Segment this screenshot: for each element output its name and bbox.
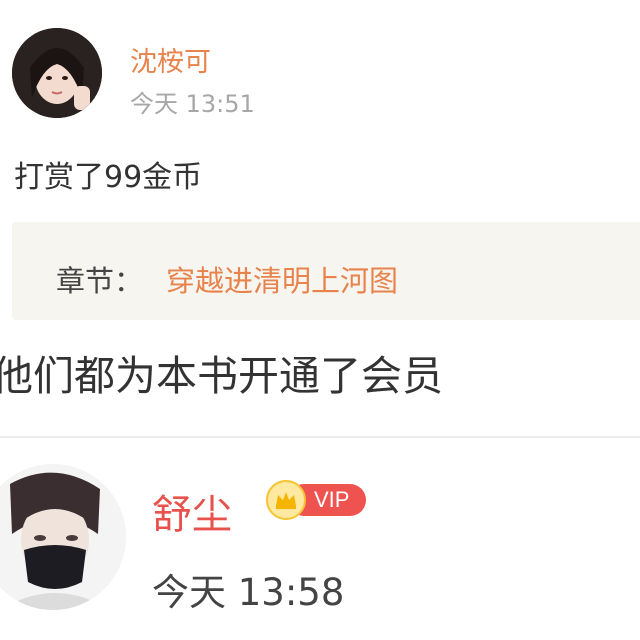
chapter-title-link[interactable]: 穿越进清明上河图 (166, 258, 398, 300)
vip-badge: VIP (266, 480, 366, 520)
chapter-card[interactable]: 章节： 穿越进清明上河图 (12, 222, 640, 320)
crown-icon (266, 480, 306, 520)
user-avatar[interactable] (12, 28, 102, 118)
members-message: 他们都为本书开通了会员 (0, 352, 443, 400)
chapter-label: 章节： (56, 264, 144, 298)
username[interactable]: 沈桉可 (130, 40, 211, 79)
vip-label: VIP (314, 487, 350, 512)
reward-message: 打赏了99金币 (14, 160, 203, 195)
username[interactable]: 舒尘 (152, 482, 232, 540)
divider (0, 436, 640, 438)
post-time: 今天 13:58 (152, 571, 345, 614)
user-avatar[interactable] (0, 464, 126, 610)
user-avatar-image (12, 28, 102, 118)
user-avatar-image (0, 464, 126, 610)
post-time: 今天 13:51 (130, 90, 255, 118)
